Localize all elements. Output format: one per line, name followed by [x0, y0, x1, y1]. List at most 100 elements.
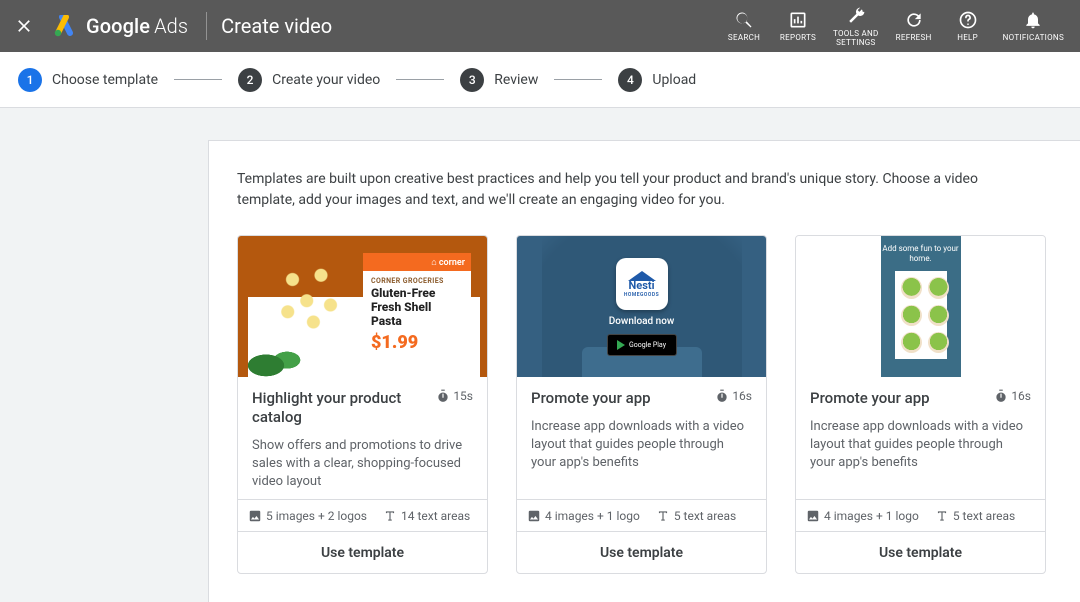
tool-refresh[interactable]: REFRESH — [887, 0, 941, 52]
plant-pot-icon — [928, 305, 949, 326]
text-meta: 14 text areas — [401, 509, 470, 523]
decorative-pasta-icon — [264, 254, 359, 339]
store-label: Google Play — [629, 341, 666, 349]
preview-app-tile: Nesti HOMEGOODS — [616, 258, 668, 310]
template-title: Highlight your product catalog — [252, 389, 426, 427]
use-template-button[interactable]: Use template — [517, 531, 766, 573]
template-duration: 16s — [715, 389, 752, 403]
brand-word-ads: Ads — [154, 14, 188, 38]
google-play-badge: Google Play — [607, 334, 677, 356]
step-connector — [396, 79, 444, 80]
template-duration: 15s — [436, 389, 473, 403]
header-left: Google Ads Create video — [0, 0, 332, 52]
template-title: Promote your app — [531, 389, 651, 408]
page-body: Templates are built upon creative best p… — [0, 108, 1080, 602]
preview-product-tile: ⌂ corner CORNER GROCERIES Gluten-Free Fr… — [363, 253, 471, 377]
text-icon — [935, 509, 949, 523]
header-tools: SEARCH REPORTS TOOLS AND SETTINGS REFRES… — [717, 0, 1072, 52]
help-icon — [958, 9, 978, 31]
template-meta: 5 images + 2 logos 14 text areas — [238, 499, 487, 531]
step-upload[interactable]: 4 Upload — [618, 68, 696, 92]
wrench-icon — [846, 5, 866, 27]
bell-icon — [1023, 9, 1043, 31]
image-icon — [248, 509, 262, 523]
template-preview: Nesti HOMEGOODS Download now Google Play — [517, 236, 766, 377]
template-card-highlight-product-catalog: ⌂ corner CORNER GROCERIES Gluten-Free Fr… — [237, 235, 488, 574]
close-button[interactable] — [0, 0, 48, 52]
google-ads-triangle-icon — [52, 15, 76, 37]
header-divider — [206, 12, 207, 40]
text-meta: 5 text areas — [953, 509, 1015, 523]
step-number: 4 — [618, 68, 642, 92]
template-preview: ⌂ corner CORNER GROCERIES Gluten-Free Fr… — [238, 236, 487, 377]
brand-text: Google Ads — [86, 14, 188, 38]
template-meta: 4 images + 1 logo 5 text areas — [517, 499, 766, 531]
tool-help[interactable]: HELP — [941, 0, 995, 52]
close-icon — [14, 16, 34, 36]
step-label: Upload — [652, 72, 696, 88]
page-title: Create video — [221, 14, 332, 38]
search-icon — [734, 9, 754, 31]
intro-text: Templates are built upon creative best p… — [237, 169, 1007, 211]
refresh-icon — [904, 9, 924, 31]
step-label: Review — [494, 72, 538, 88]
tool-search[interactable]: SEARCH — [717, 0, 771, 52]
text-meta: 5 text areas — [674, 509, 736, 523]
preview-product-title: Gluten-Free Fresh Shell Pasta — [371, 287, 463, 328]
step-number: 3 — [460, 68, 484, 92]
tool-notifications[interactable]: NOTIFICATIONS — [995, 0, 1072, 52]
preview-phone: Add some fun to your home. — [881, 236, 961, 377]
decorative-greens-icon — [248, 339, 308, 377]
tool-label: REFRESH — [896, 33, 932, 42]
card-body: Promote your app 16s Increase app downlo… — [517, 377, 766, 499]
plant-pot-icon — [901, 277, 922, 298]
use-template-button[interactable]: Use template — [238, 531, 487, 573]
card-body: Highlight your product catalog 15s Show … — [238, 377, 487, 499]
template-card-row: ⌂ corner CORNER GROCERIES Gluten-Free Fr… — [237, 235, 1052, 574]
image-icon — [806, 509, 820, 523]
template-duration: 16s — [994, 389, 1031, 403]
preview-app-sub: HOMEGOODS — [624, 292, 659, 298]
preview-caption: Add some fun to your home. — [881, 244, 961, 263]
card-body: Promote your app 16s Increase app downlo… — [796, 377, 1045, 499]
tool-label: NOTIFICATIONS — [1003, 33, 1064, 42]
stopwatch-icon — [436, 389, 450, 403]
stopwatch-icon — [715, 389, 729, 403]
step-number: 1 — [18, 68, 42, 92]
app-header: Google Ads Create video SEARCH REPORTS T… — [0, 0, 1080, 52]
stopwatch-icon — [994, 389, 1008, 403]
plant-pot-icon — [901, 305, 922, 326]
duration-value: 15s — [453, 389, 473, 403]
image-icon — [527, 509, 541, 523]
plant-pot-icon — [928, 277, 949, 298]
step-connector — [174, 79, 222, 80]
use-template-button[interactable]: Use template — [796, 531, 1045, 573]
tool-label: SEARCH — [728, 33, 760, 42]
step-connector — [554, 79, 602, 80]
template-preview: Add some fun to your home. — [796, 236, 1045, 377]
tool-label: REPORTS — [780, 33, 816, 42]
template-card-promote-app-2: Add some fun to your home. Promo — [795, 235, 1046, 574]
plant-pot-icon — [928, 332, 949, 353]
google-ads-logo[interactable]: Google Ads — [48, 0, 202, 52]
step-label: Create your video — [272, 72, 380, 88]
tool-label: TOOLS AND SETTINGS — [833, 29, 879, 47]
template-description: Show offers and promotions to drive sale… — [252, 437, 473, 492]
step-number: 2 — [238, 68, 262, 92]
step-label: Choose template — [52, 72, 158, 88]
step-create-your-video[interactable]: 2 Create your video — [238, 68, 380, 92]
step-review[interactable]: 3 Review — [460, 68, 538, 92]
preview-brand: ⌂ corner — [363, 253, 471, 271]
preview-screen — [895, 271, 947, 359]
step-choose-template[interactable]: 1 Choose template — [18, 68, 158, 92]
images-meta: 4 images + 1 logo — [545, 509, 640, 523]
tool-tools-and-settings[interactable]: TOOLS AND SETTINGS — [825, 0, 887, 52]
template-description: Increase app downloads with a video layo… — [810, 418, 1031, 473]
images-meta: 5 images + 2 logos — [266, 509, 367, 523]
tool-reports[interactable]: REPORTS — [771, 0, 825, 52]
images-meta: 4 images + 1 logo — [824, 509, 919, 523]
stepper: 1 Choose template 2 Create your video 3 … — [0, 52, 1080, 108]
template-meta: 4 images + 1 logo 5 text areas — [796, 499, 1045, 531]
plant-pot-icon — [901, 332, 922, 353]
text-icon — [383, 509, 397, 523]
